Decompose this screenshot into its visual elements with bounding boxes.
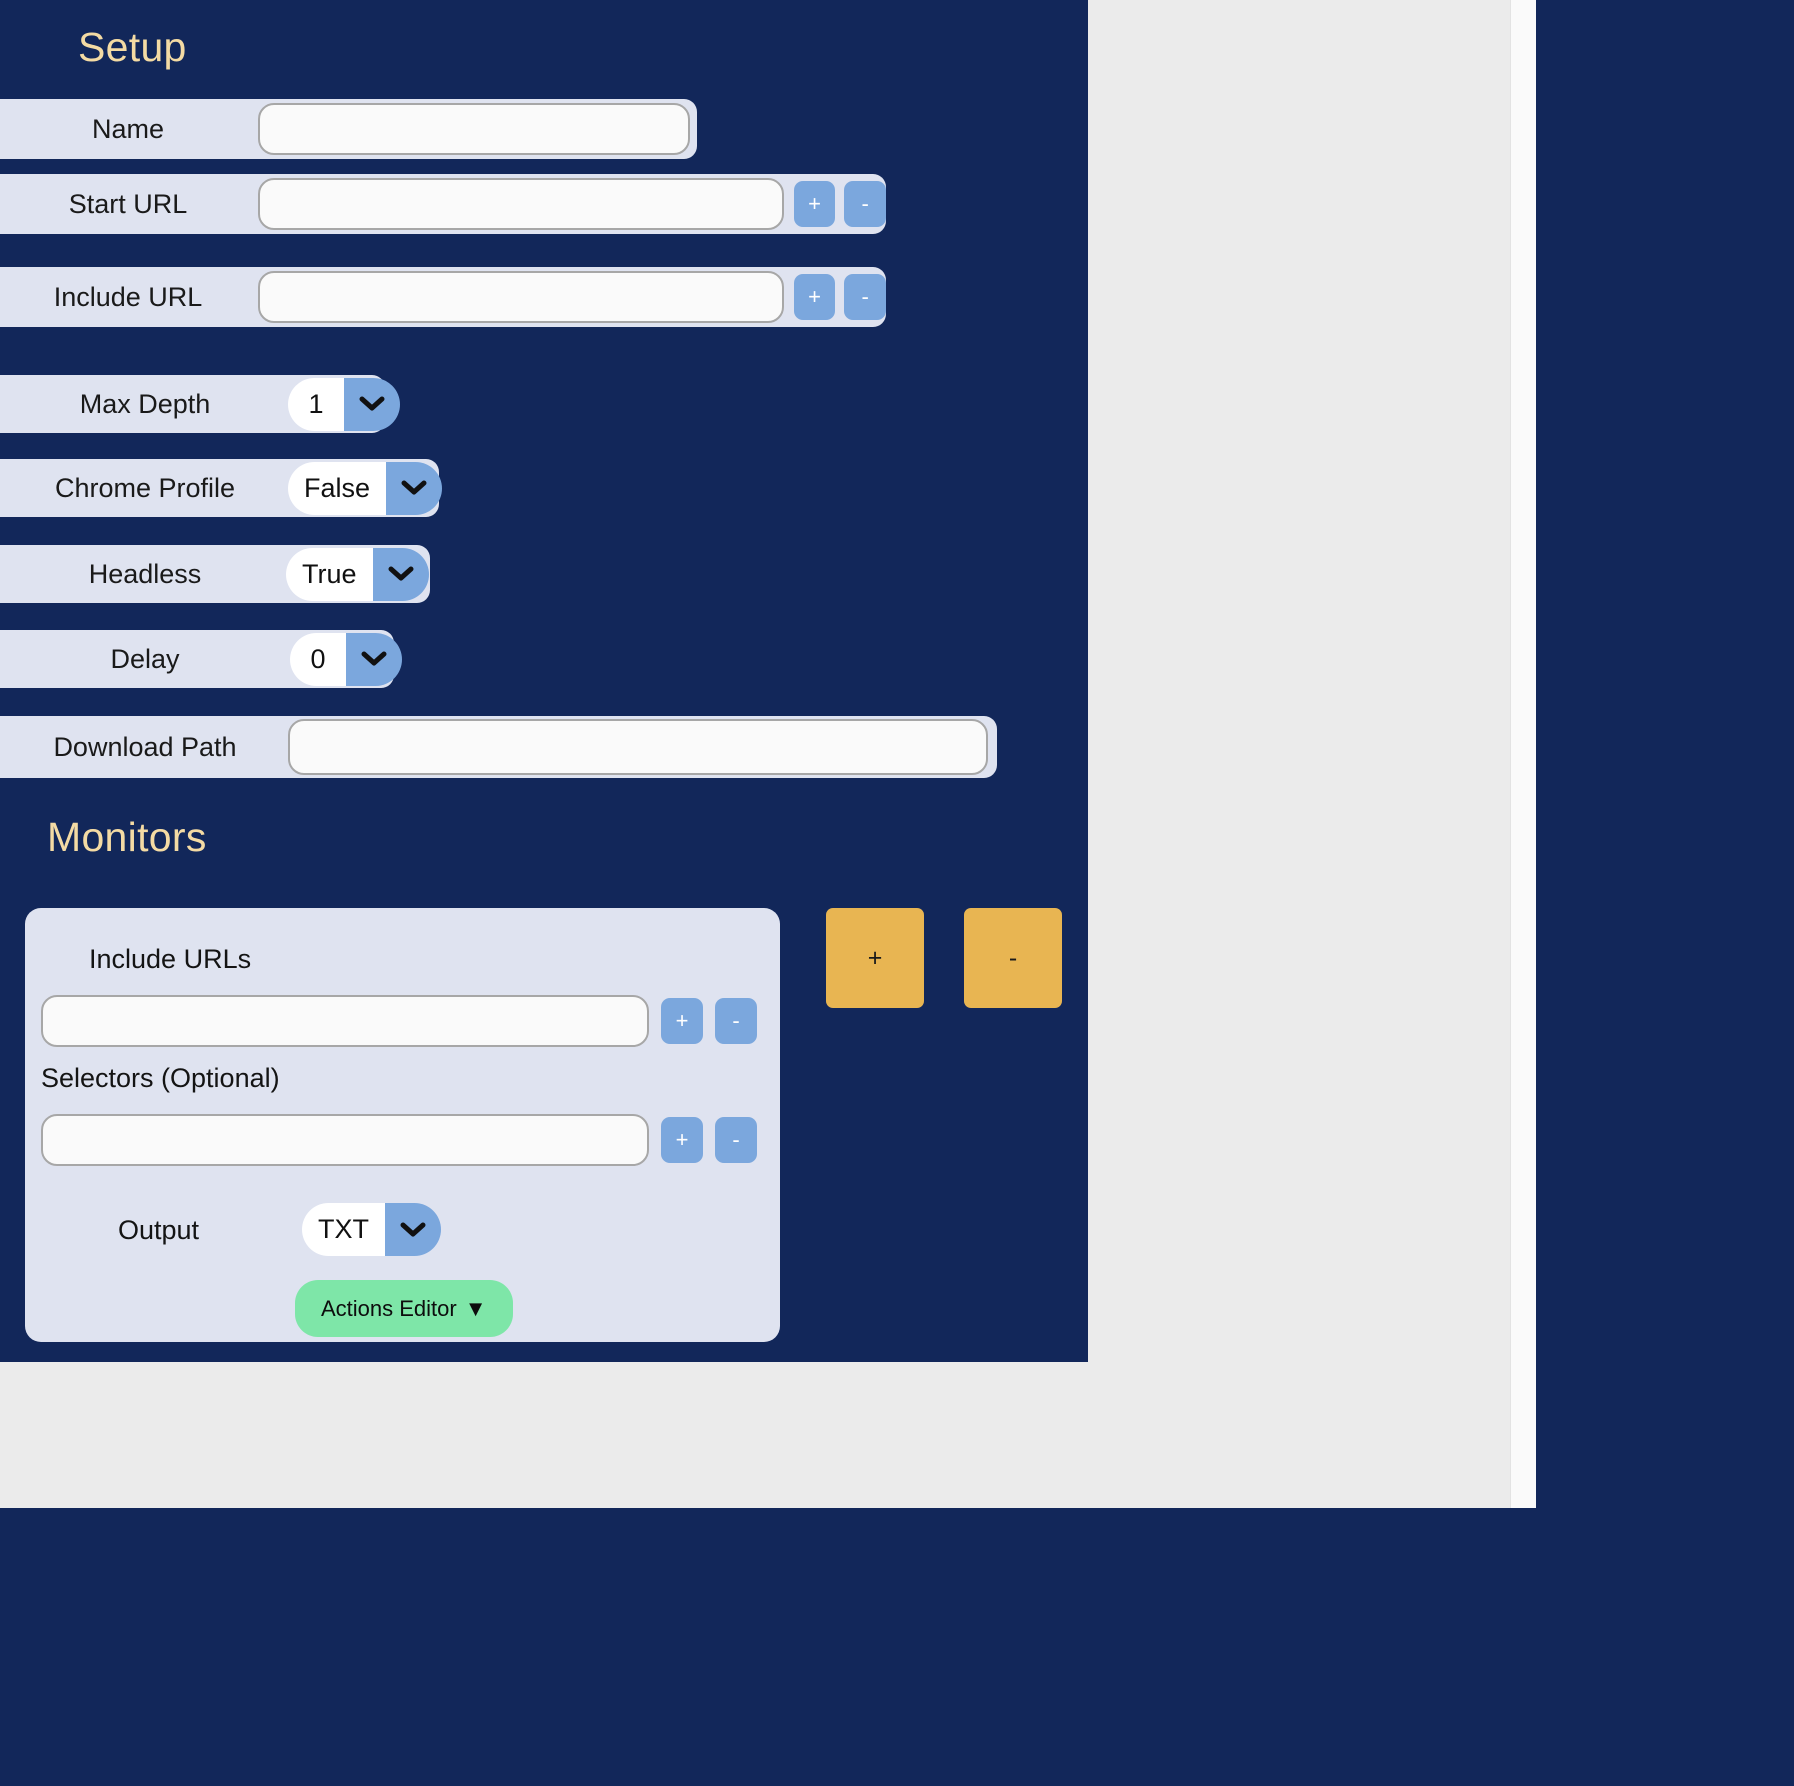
include-urls-remove-button[interactable]: -	[715, 998, 757, 1044]
max-depth-value: 1	[288, 377, 344, 431]
setup-section-title: Setup	[78, 24, 187, 70]
include-urls-row: + -	[41, 995, 757, 1047]
field-row-chrome-profile: Chrome Profile False	[0, 459, 443, 517]
chevron-down-icon	[346, 632, 402, 686]
label-start-url: Start URL	[68, 188, 188, 219]
label-max-depth: Max Depth	[79, 388, 211, 419]
monitor-add-button[interactable]: +	[826, 908, 924, 1008]
actions-editor-button[interactable]: Actions Editor ▼	[295, 1280, 513, 1337]
vertical-scrollbar-track[interactable]	[1510, 0, 1536, 1508]
field-row-delay: Delay 0	[0, 630, 402, 688]
chevron-down-icon	[372, 547, 429, 601]
field-row-name: Name	[0, 99, 697, 159]
label-download-path: Download Path	[53, 731, 237, 762]
label-delay: Delay	[110, 643, 180, 674]
include-url-input[interactable]	[258, 271, 784, 323]
selectors-remove-button[interactable]: -	[715, 1117, 757, 1163]
output-format-value: TXT	[302, 1203, 385, 1256]
label-selectors: Selectors (Optional)	[41, 1063, 280, 1093]
selectors-row: + -	[41, 1114, 757, 1166]
field-row-headless: Headless True	[0, 545, 430, 603]
field-row-max-depth: Max Depth 1	[0, 375, 400, 433]
app-root: Setup Name Start URL + - Include URL + -…	[0, 0, 1794, 1786]
include-urls-input[interactable]	[41, 995, 649, 1047]
chevron-down-icon	[386, 461, 443, 515]
label-include-urls: Include URLs	[89, 944, 252, 974]
field-row-download-path: Download Path	[0, 716, 997, 778]
chrome-profile-value: False	[288, 461, 387, 515]
download-path-input[interactable]	[288, 719, 988, 775]
chevron-down-icon	[385, 1203, 441, 1256]
include-url-remove-button[interactable]: -	[844, 274, 886, 320]
selectors-add-button[interactable]: +	[661, 1117, 703, 1163]
start-url-input[interactable]	[258, 178, 784, 230]
delay-value: 0	[290, 632, 346, 686]
monitor-remove-button[interactable]: -	[964, 908, 1062, 1008]
headless-value: True	[286, 547, 373, 601]
field-row-start-url: Start URL + -	[0, 174, 886, 234]
label-name: Name	[91, 113, 165, 144]
crawler-config-panel: Setup Name Start URL + - Include URL + -…	[0, 0, 1088, 1362]
chrome-profile-dropdown[interactable]: False	[288, 461, 443, 515]
caret-down-icon: ▼	[464, 1295, 487, 1321]
monitors-section-title: Monitors	[47, 814, 207, 860]
delay-dropdown[interactable]: 0	[290, 632, 402, 686]
label-headless: Headless	[88, 558, 202, 589]
selectors-input[interactable]	[41, 1114, 649, 1166]
output-format-dropdown[interactable]: TXT	[302, 1203, 441, 1256]
actions-editor-label: Actions Editor	[321, 1295, 457, 1321]
label-include-url: Include URL	[53, 281, 203, 312]
label-chrome-profile: Chrome Profile	[54, 472, 236, 503]
include-url-add-button[interactable]: +	[793, 274, 836, 320]
max-depth-dropdown[interactable]: 1	[288, 377, 400, 431]
chevron-down-icon	[344, 377, 400, 431]
name-input[interactable]	[258, 103, 690, 155]
headless-dropdown[interactable]: True	[286, 547, 429, 601]
include-urls-add-button[interactable]: +	[661, 998, 703, 1044]
start-url-remove-button[interactable]: -	[844, 181, 886, 227]
field-row-include-url: Include URL + -	[0, 267, 886, 327]
label-output: Output	[118, 1215, 200, 1245]
start-url-add-button[interactable]: +	[793, 181, 836, 227]
